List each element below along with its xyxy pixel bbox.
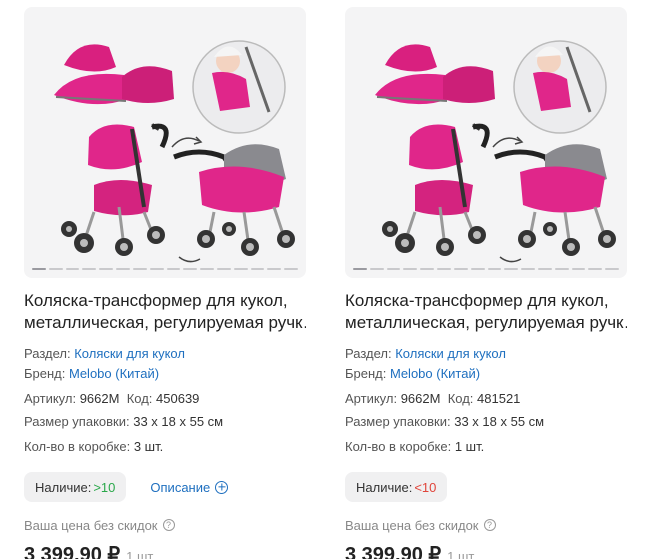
price-unit: 1 шт. (447, 549, 477, 559)
product-title-line2[interactable]: металлическая, регулируемая ручк… (24, 312, 306, 334)
product-title-line1[interactable]: Коляска-трансформер для кукол, (345, 291, 609, 310)
price-row: 3 399,90 ₽ 1 шт. (24, 542, 306, 559)
product-title[interactable]: Коляска-трансформер для кукол, металличе… (24, 290, 306, 334)
article-label: Артикул: (345, 391, 398, 406)
description-button[interactable]: Описание (150, 479, 229, 495)
stroller-image (24, 7, 306, 278)
section-label: Раздел: (345, 346, 392, 361)
price-caption: Ваша цена без скидок ? (24, 516, 306, 534)
box-qty-label: Кол-во в коробке: (24, 439, 131, 454)
product-title-line1[interactable]: Коляска-трансформер для кукол, (24, 291, 288, 310)
help-icon[interactable]: ? (483, 519, 496, 531)
section-link[interactable]: Коляски для кукол (74, 346, 185, 361)
code-value: 481521 (477, 391, 521, 406)
brand-link[interactable]: Melobo (Китай) (390, 366, 480, 381)
article-value: 9662M (79, 391, 120, 406)
box-qty-value: 3 шт. (133, 439, 164, 454)
article-label: Артикул: (24, 391, 77, 406)
pack-size-label: Размер упаковки: (24, 414, 130, 429)
stock-label: Наличие: (35, 479, 92, 495)
plus-circle-icon (215, 480, 229, 494)
code-label: Код: (447, 391, 474, 406)
price-value: 3 399,90 ₽ (24, 544, 121, 559)
article-value: 9662M (400, 391, 441, 406)
code-value: 450639 (156, 391, 200, 406)
brand-label: Бренд: (24, 366, 66, 381)
product-image[interactable] (345, 7, 627, 278)
image-carousel-dots[interactable] (32, 268, 298, 270)
product-card[interactable]: Коляска-трансформер для кукол, металличе… (345, 7, 627, 559)
product-title[interactable]: Коляска-трансформер для кукол, металличе… (345, 290, 627, 334)
description-label: Описание (150, 479, 211, 495)
pack-size-label: Размер упаковки: (345, 414, 451, 429)
stock-label: Наличие: (356, 479, 413, 495)
product-card[interactable]: Коляска-трансформер для кукол, металличе… (24, 7, 306, 559)
stock-row: Наличие: <10 (345, 472, 627, 502)
price-unit: 1 шт. (126, 549, 156, 559)
price-label: Ваша цена без скидок (24, 517, 158, 533)
section-link[interactable]: Коляски для кукол (395, 346, 506, 361)
product-image[interactable] (24, 7, 306, 278)
stock-row: Наличие: >10 Описание (24, 472, 306, 502)
stock-badge: Наличие: <10 (345, 472, 448, 502)
price-row: 3 399,90 ₽ 1 шт. (345, 542, 627, 559)
box-qty-value: 1 шт. (454, 439, 485, 454)
product-title-line2[interactable]: металлическая, регулируемая ручк… (345, 312, 627, 334)
pack-size-value: 33 x 18 x 55 см (454, 414, 545, 429)
price-caption: Ваша цена без скидок ? (345, 516, 627, 534)
image-carousel-dots[interactable] (353, 268, 619, 270)
box-qty-label: Кол-во в коробке: (345, 439, 452, 454)
price-label: Ваша цена без скидок (345, 517, 479, 533)
stock-value: <10 (414, 479, 437, 495)
product-meta: Раздел: Коляски для кукол Бренд: Melobo … (24, 344, 306, 459)
code-label: Код: (126, 391, 153, 406)
stock-value: >10 (93, 479, 116, 495)
stock-badge: Наличие: >10 (24, 472, 127, 502)
pack-size-value: 33 x 18 x 55 см (133, 414, 224, 429)
brand-label: Бренд: (345, 366, 387, 381)
help-icon[interactable]: ? (162, 519, 175, 531)
product-meta: Раздел: Коляски для кукол Бренд: Melobo … (345, 344, 627, 459)
section-label: Раздел: (24, 346, 71, 361)
stroller-image (345, 7, 627, 278)
price-value: 3 399,90 ₽ (345, 544, 442, 559)
brand-link[interactable]: Melobo (Китай) (69, 366, 159, 381)
